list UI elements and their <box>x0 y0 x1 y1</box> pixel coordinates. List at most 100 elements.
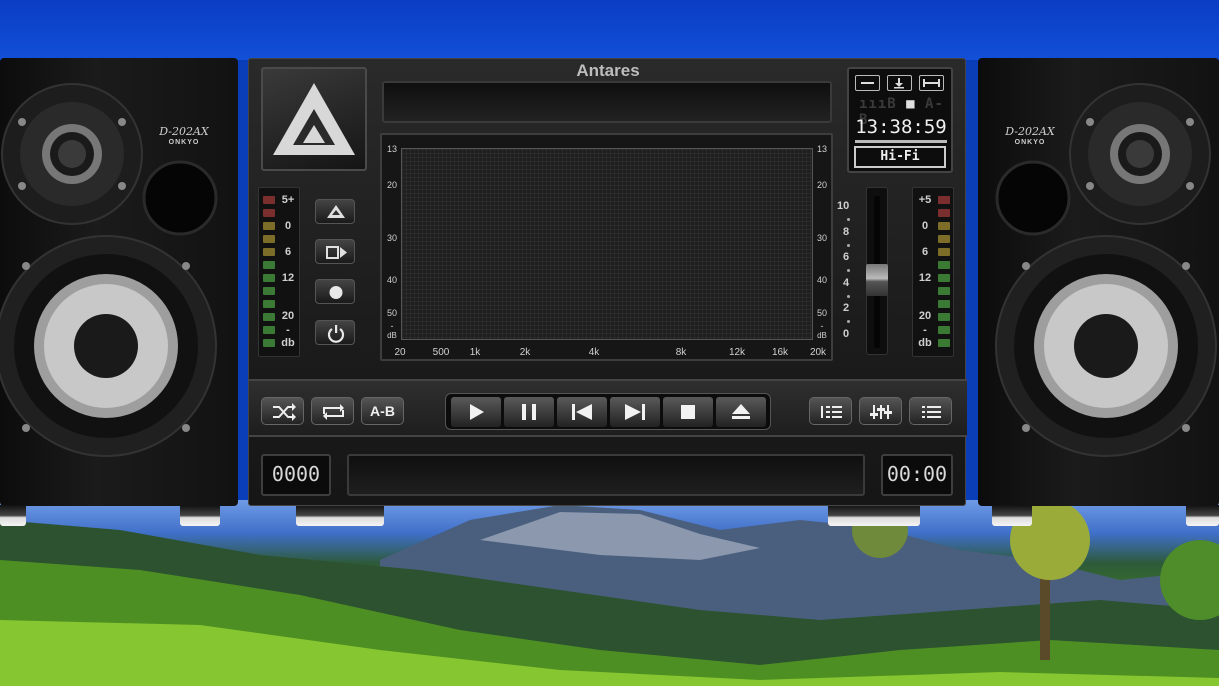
minimize-button[interactable] <box>855 75 880 91</box>
repeat-icon <box>323 404 344 420</box>
stop-button[interactable] <box>663 397 713 427</box>
spectrum-y-label: - <box>820 321 824 331</box>
meter-led <box>263 222 275 230</box>
ab-repeat-button[interactable]: A-B <box>361 397 404 425</box>
playlist-icon <box>922 406 941 418</box>
meter-led <box>938 222 950 230</box>
record-button[interactable] <box>315 279 355 304</box>
equalizer-button[interactable] <box>859 397 902 425</box>
meter-led <box>938 196 950 204</box>
bottom-bar: 0000 00:00 <box>249 439 967 507</box>
eject-button[interactable] <box>716 397 766 427</box>
meter-led <box>263 196 275 204</box>
speaker-model: D-202AX <box>1005 125 1055 138</box>
spectrum-x-label: 8k <box>675 347 687 358</box>
spectrum-x-label: 500 <box>432 347 450 358</box>
spectrum-y-label: 40 <box>816 275 827 285</box>
meter-label: +5 <box>918 194 932 206</box>
spectrum-y-label: 30 <box>386 233 397 243</box>
speaker-brand-label: D-202AX ONKYO <box>990 126 1070 148</box>
speaker-brand: ONKYO <box>168 139 200 146</box>
shuffle-button[interactable] <box>261 397 304 425</box>
volume-scale-dot <box>847 218 850 221</box>
spectrum-y-label: 13 <box>816 144 827 154</box>
spectrum-y-label: 20 <box>386 180 397 190</box>
speaker-brand-label: D-202AX ONKYO <box>144 126 224 148</box>
record-source-button[interactable] <box>315 239 355 264</box>
volume-slider[interactable] <box>866 187 888 355</box>
download-button[interactable] <box>887 75 912 91</box>
previous-button[interactable] <box>557 397 607 427</box>
download-icon <box>894 78 904 89</box>
spectrum-y-label: - <box>390 321 394 331</box>
volume-knob[interactable] <box>866 264 888 296</box>
meter-label: 12 <box>918 272 932 284</box>
eject-triangle-icon <box>327 205 345 218</box>
speaker-brand: ONKYO <box>1014 139 1046 146</box>
spectrum-y-label: 13 <box>386 144 397 154</box>
speaker-foot <box>0 505 26 526</box>
shuffle-icon <box>273 403 296 421</box>
spectrum-x-label: 20 <box>394 347 406 358</box>
meter-label: 5+ <box>281 194 295 206</box>
seek-bar[interactable] <box>347 454 865 496</box>
volume-scale-dot <box>847 269 850 272</box>
volume-scale-label: 8 <box>843 226 850 238</box>
meter-led <box>938 235 950 243</box>
playback-controls <box>445 393 771 430</box>
meter-led <box>938 300 950 308</box>
meter-led <box>938 339 950 347</box>
left-level-meter: 5+ 0 6 12 20 - db <box>258 187 300 357</box>
compact-mode-icon <box>923 79 940 87</box>
meter-label: db <box>918 337 932 349</box>
pause-button[interactable] <box>504 397 554 427</box>
meter-label: 20 <box>281 310 295 322</box>
right-speaker: D-202AX ONKYO <box>978 58 1219 506</box>
meter-led <box>263 313 275 321</box>
spectrum-x-label: 1k <box>469 347 481 358</box>
playlist-edit-button[interactable] <box>809 397 852 425</box>
volume-scale-dot <box>847 244 850 247</box>
meter-led <box>263 274 275 282</box>
minimize-icon <box>861 82 874 84</box>
info-panel: ıııB ■ A-B 13:38:59 Hi-Fi <box>847 67 953 173</box>
clock-display: 13:38:59 <box>855 116 947 138</box>
play-icon <box>470 404 484 420</box>
repeat-button[interactable] <box>311 397 354 425</box>
meter-label: 0 <box>284 220 292 232</box>
meter-label: - <box>923 324 927 336</box>
next-button[interactable] <box>610 397 660 427</box>
playlist-button[interactable] <box>909 397 952 425</box>
speaker-foot <box>992 505 1032 526</box>
spectrum-y-label: 50 <box>816 308 827 318</box>
next-icon <box>625 404 645 420</box>
meter-led <box>263 248 275 256</box>
meter-label: db <box>281 337 295 349</box>
spectrum-x-label: 2k <box>519 347 531 358</box>
logo-icon <box>273 83 355 155</box>
compact-mode-button[interactable] <box>919 75 944 91</box>
left-speaker: D-202AX ONKYO <box>0 58 238 506</box>
previous-icon <box>572 404 592 420</box>
play-button[interactable] <box>451 397 501 427</box>
volume-scale-dot <box>847 320 850 323</box>
meter-led <box>938 209 950 217</box>
meter-led <box>263 235 275 243</box>
eject-icon <box>732 404 750 419</box>
meter-label: 6 <box>921 246 929 258</box>
meter-led <box>938 313 950 321</box>
meter-led <box>263 326 275 334</box>
meter-led <box>263 261 275 269</box>
meter-label: 6 <box>284 246 292 258</box>
pause-icon <box>522 404 536 420</box>
power-button[interactable] <box>315 320 355 345</box>
open-button[interactable] <box>315 199 355 224</box>
desktop-wallpaper-landscape <box>0 500 1219 686</box>
volume-scale-label: 10 <box>837 200 850 212</box>
meter-label: 0 <box>921 220 929 232</box>
hifi-mode-toggle[interactable]: Hi-Fi <box>854 146 946 168</box>
desktop-sky <box>0 0 1219 60</box>
app-logo <box>261 67 367 171</box>
meter-led <box>938 326 950 334</box>
meter-led <box>938 274 950 282</box>
